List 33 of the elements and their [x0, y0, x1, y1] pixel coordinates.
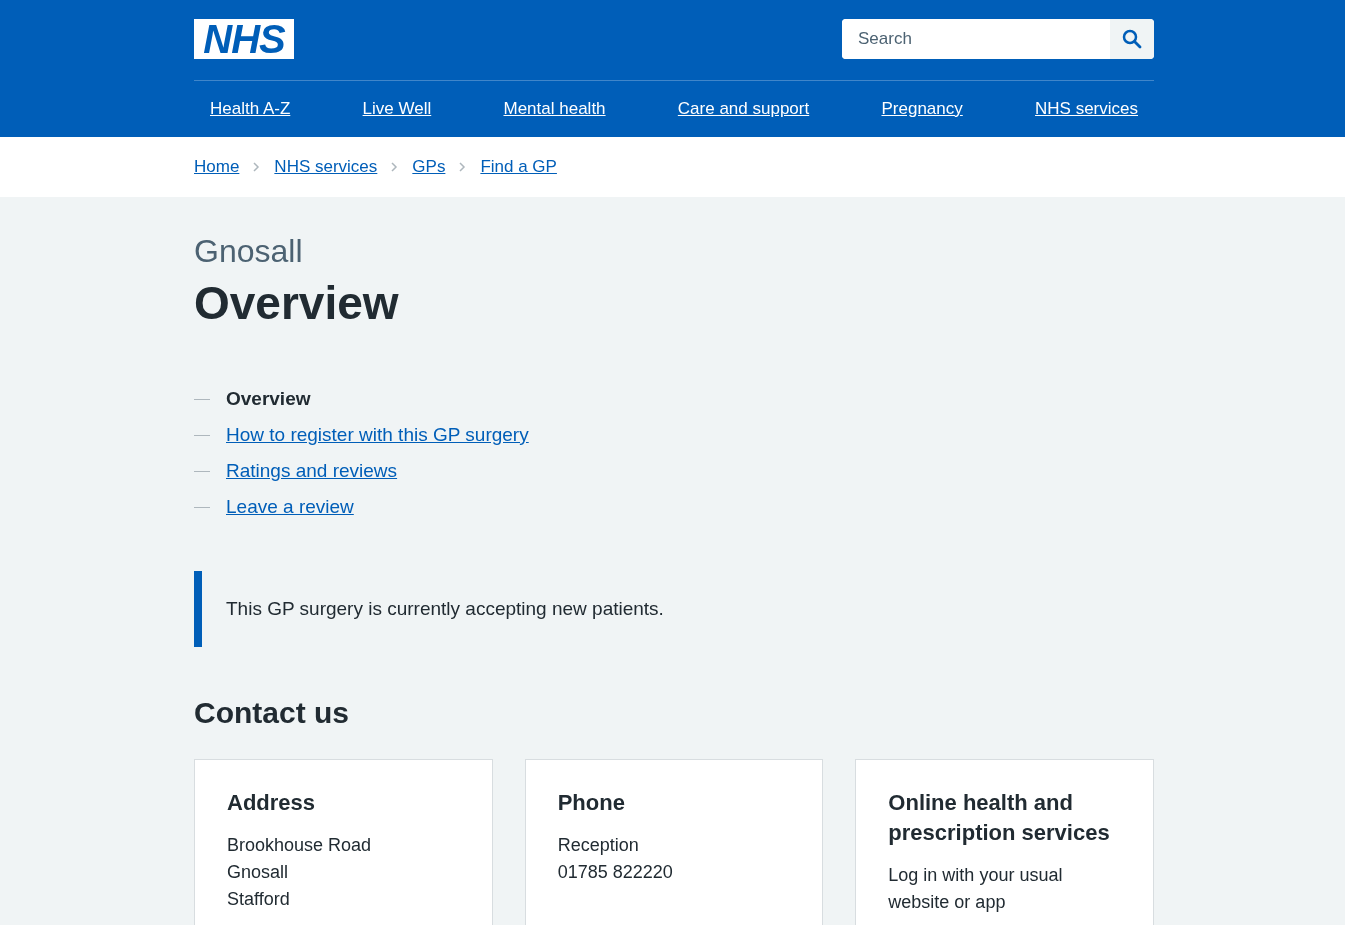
search-button[interactable]: [1110, 19, 1154, 59]
card-text: Log in with your usual website or app: [888, 864, 1064, 914]
contents-link[interactable]: How to register with this GP surgery: [226, 424, 529, 446]
card-text: Gnosall: [227, 861, 290, 884]
nav-link[interactable]: Health A-Z: [210, 99, 291, 119]
nav-link[interactable]: NHS services: [1035, 99, 1138, 119]
search-icon: [1122, 29, 1142, 49]
card-title: Address: [227, 789, 317, 817]
nav-link[interactable]: Pregnancy: [881, 99, 963, 119]
chevron-icon: [253, 162, 261, 172]
contents-link[interactable]: Leave a review: [226, 496, 354, 518]
contents-current-item: Overview: [226, 388, 311, 410]
contents-link[interactable]: Ratings and reviews: [226, 460, 398, 482]
card-text: Reception: [557, 834, 640, 857]
chevron-icon: [459, 162, 467, 172]
card-text: Stafford: [227, 888, 291, 911]
breadcrumb-link[interactable]: NHS services: [274, 157, 378, 177]
nav-link[interactable]: Mental health: [503, 99, 606, 119]
nhs-logo[interactable]: NHS: [194, 19, 294, 59]
nav-link[interactable]: Care and support: [677, 99, 810, 119]
card-text: Brookhouse Road: [227, 834, 373, 857]
page-title: Overview: [194, 276, 400, 331]
nav-link[interactable]: Live Well: [362, 99, 432, 119]
card-text: 01785 822220: [557, 861, 674, 884]
inset-text: This GP surgery is currently accepting new patients.: [194, 571, 1154, 647]
chevron-icon: [391, 162, 399, 172]
card-title: Online health and prescription services: [888, 789, 1111, 847]
breadcrumb-link[interactable]: Home: [194, 157, 240, 177]
page-caption: Gnosall: [194, 232, 304, 271]
card-title: Phone: [557, 789, 626, 817]
section-heading: Contact us: [194, 695, 350, 731]
breadcrumb-link[interactable]: GPs: [412, 157, 446, 177]
breadcrumb-link[interactable]: Find a GP: [480, 157, 557, 177]
